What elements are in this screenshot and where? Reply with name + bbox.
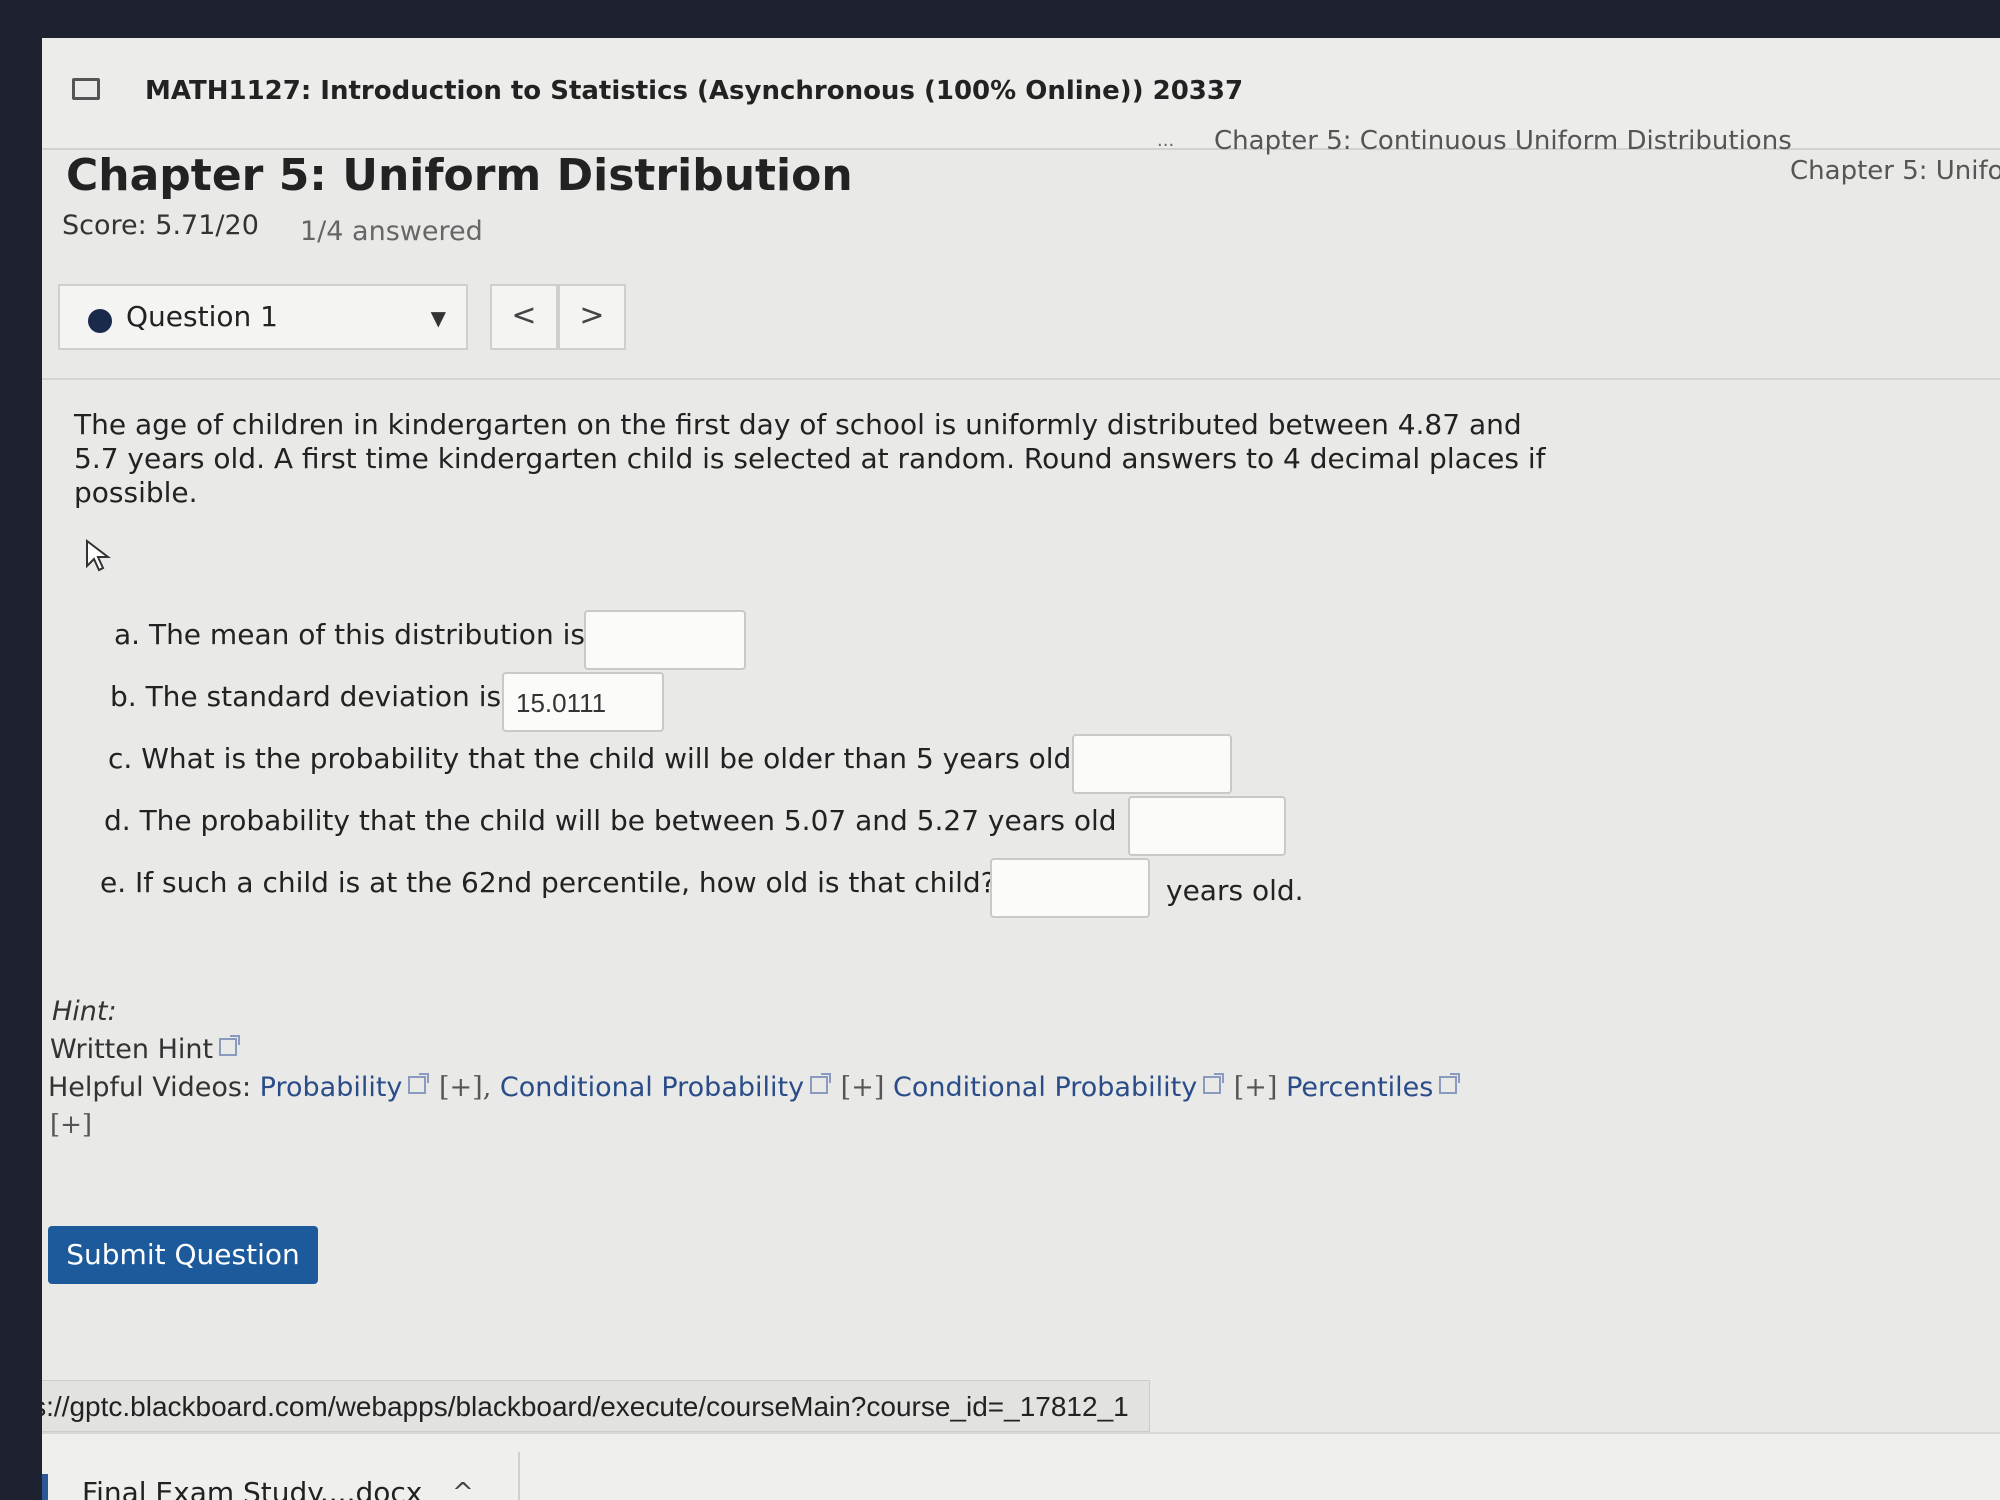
video-link-conditional-probability-2[interactable]: Conditional Probability — [893, 1072, 1197, 1103]
part-e-suffix: years old. — [1166, 874, 1304, 907]
external-link-icon — [219, 1035, 241, 1056]
video-expand-toggle[interactable]: [+] — [1234, 1072, 1278, 1103]
breadcrumb: MATH1127: Introduction to Statistics (As… — [42, 38, 2000, 186]
submit-question-button[interactable]: Submit Question — [48, 1226, 318, 1284]
video-expand-toggle[interactable]: [+], — [439, 1072, 491, 1103]
breadcrumb-chapter-link[interactable]: Chapter 5: Continuous Uniform Distributi… — [1214, 126, 1792, 156]
percentile-age-answer-input[interactable] — [990, 858, 1150, 918]
browser-viewport: MATH1127: Introduction to Statistics (As… — [42, 38, 2000, 1500]
external-link-icon — [1203, 1073, 1225, 1094]
part-d-label: d. The probability that the child will b… — [104, 804, 1148, 837]
part-c-label: c. What is the probability that the chil… — [108, 742, 1087, 775]
course-menu-icon[interactable] — [72, 78, 100, 100]
answered-count: 1/4 answered — [300, 216, 483, 247]
part-b-label: b. The standard deviation is — [110, 680, 502, 713]
question-status-dot-icon — [88, 309, 112, 333]
question-text: The age of children in kindergarten on t… — [74, 408, 1546, 509]
external-link-icon — [408, 1073, 430, 1094]
std-dev-answer-input[interactable]: 15.0111 — [502, 672, 664, 732]
divider — [518, 1452, 520, 1500]
hint-label: Hint: — [52, 996, 117, 1027]
download-bar: W Final Exam Study....docx ^ — [42, 1432, 2000, 1500]
video-expand-toggle-last[interactable]: [+] — [50, 1110, 92, 1140]
mean-answer-input[interactable] — [584, 610, 746, 670]
prob-between-answer-input[interactable] — [1128, 796, 1286, 856]
helpful-videos-label: Helpful Videos: — [48, 1072, 252, 1103]
downloaded-file-name[interactable]: Final Exam Study....docx — [82, 1476, 422, 1500]
breadcrumb-course[interactable]: MATH1127: Introduction to Statistics (As… — [145, 76, 1243, 106]
breadcrumb-current: Chapter 5: Uniforn — [1790, 156, 2000, 186]
divider — [42, 378, 2000, 380]
mouse-cursor-icon — [86, 538, 111, 572]
word-document-icon: W — [42, 1474, 48, 1500]
question-select-label: Question 1 — [126, 300, 278, 333]
external-link-icon — [810, 1073, 832, 1094]
written-hint-text: Written Hint — [50, 1034, 214, 1065]
video-link-percentiles[interactable]: Percentiles — [1286, 1072, 1433, 1103]
written-hint-link[interactable]: Written Hint — [50, 1034, 241, 1065]
part-e-label: e. If such a child is at the 62nd percen… — [100, 866, 996, 899]
breadcrumb-ellipsis[interactable]: ... — [1157, 130, 1174, 151]
external-link-icon — [1439, 1073, 1461, 1094]
status-bar-url: ttps://gptc.blackboard.com/webapps/black… — [42, 1380, 1150, 1432]
video-link-conditional-probability[interactable]: Conditional Probability — [500, 1072, 804, 1103]
helpful-videos: Helpful Videos: Probability [+], Conditi… — [48, 1072, 1461, 1103]
video-expand-toggle[interactable]: [+] — [841, 1072, 885, 1103]
chevron-down-icon: ▼ — [430, 306, 446, 330]
video-link-probability[interactable]: Probability — [260, 1072, 403, 1103]
score-text: Score: 5.71/20 — [62, 210, 259, 241]
page-title: Chapter 5: Uniform Distribution — [66, 150, 853, 201]
question-select[interactable]: Question 1 ▼ — [58, 284, 468, 350]
next-question-button[interactable]: > — [558, 284, 626, 350]
prob-older-answer-input[interactable] — [1072, 734, 1232, 794]
previous-question-button[interactable]: < — [490, 284, 558, 350]
chevron-up-icon[interactable]: ^ — [452, 1478, 474, 1500]
part-a-label: a. The mean of this distribution is — [114, 618, 585, 651]
